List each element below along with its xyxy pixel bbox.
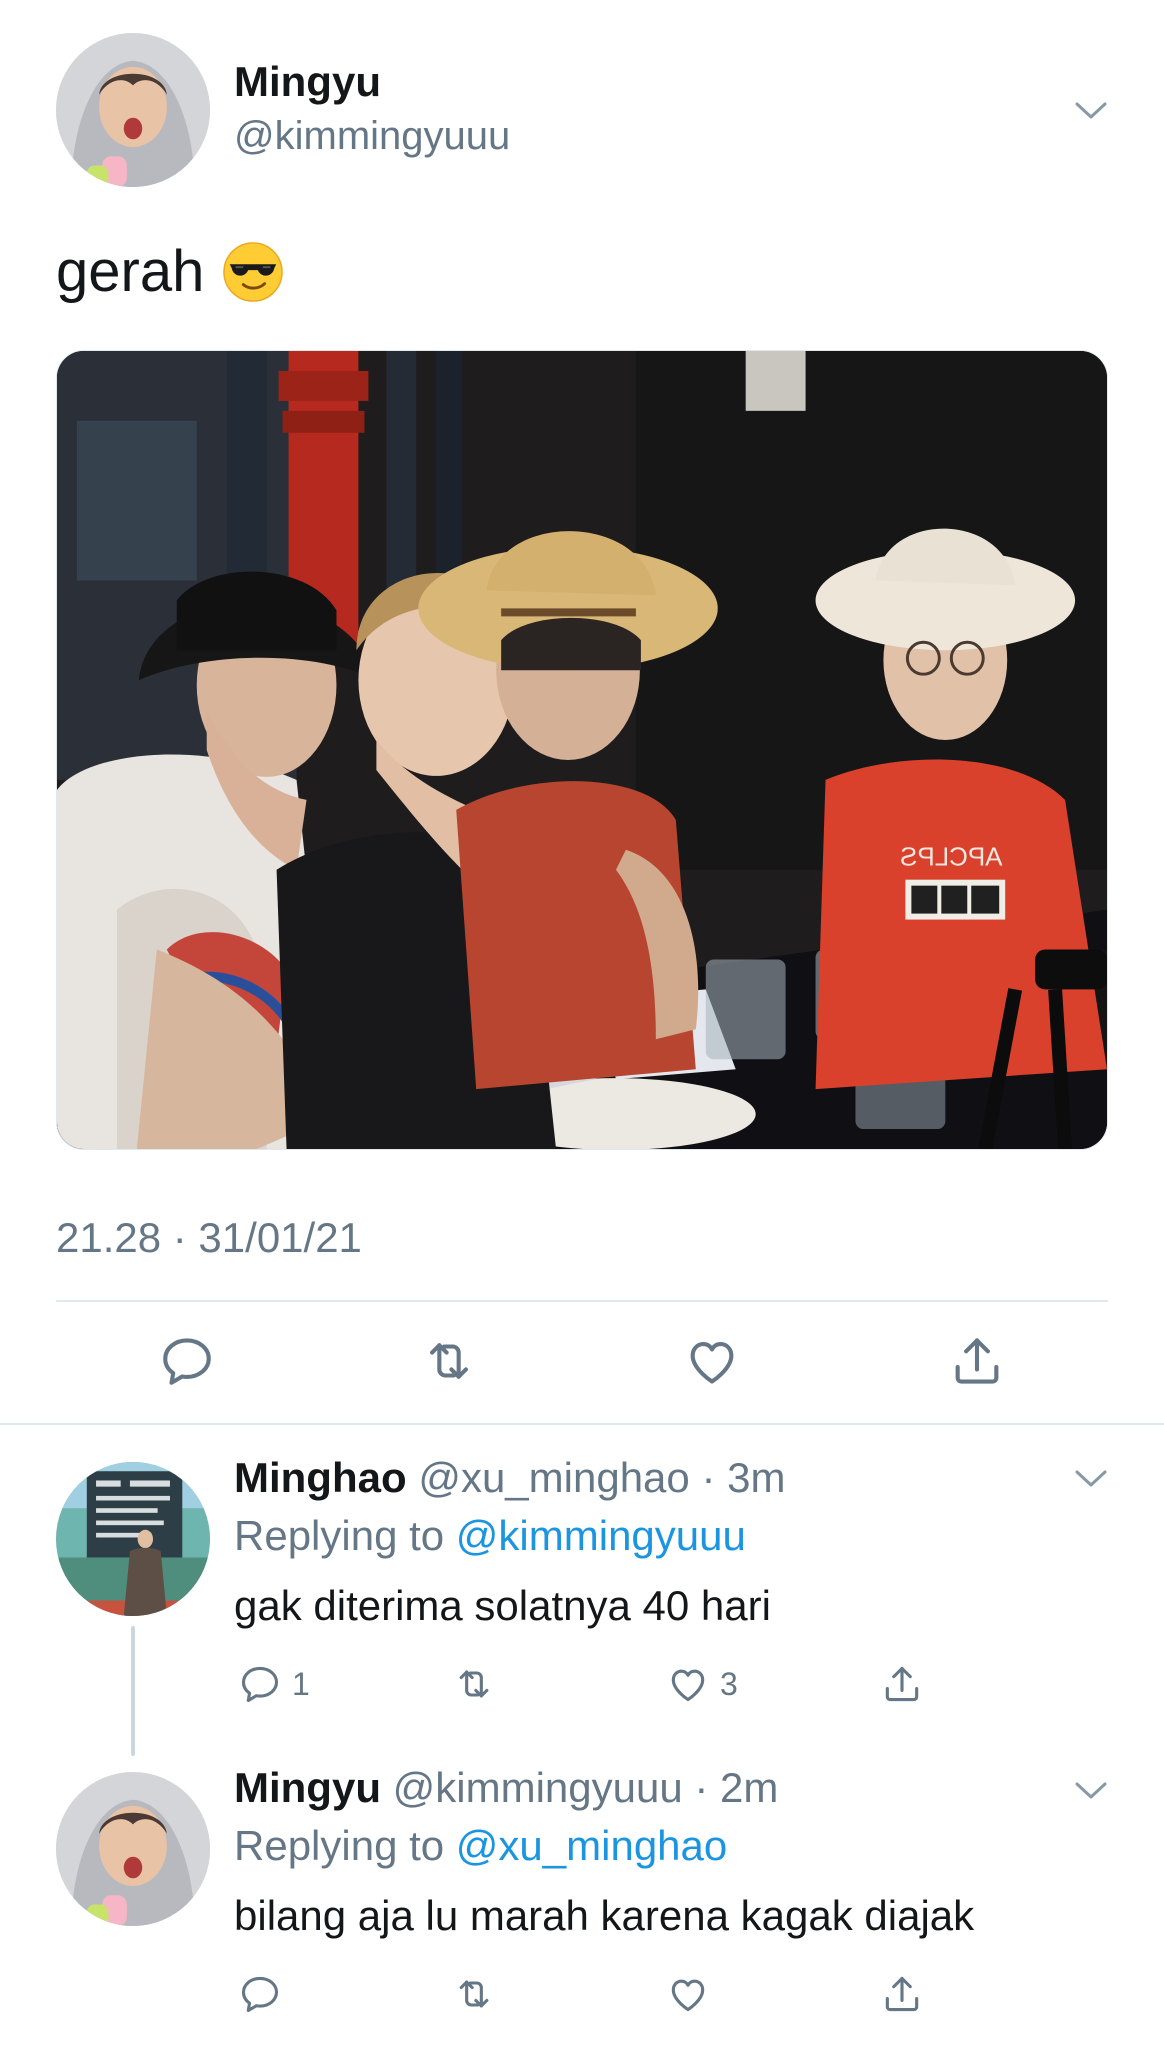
reply-time: · 3m [701, 1454, 786, 1501]
divider [56, 1300, 1108, 1302]
share-button[interactable] [948, 1332, 1006, 1390]
like-button[interactable]: 3 [666, 1662, 738, 1706]
like-count: 3 [720, 1665, 738, 1702]
author-handle[interactable]: @kimmingyuuu [234, 114, 510, 159]
share-button[interactable] [880, 1972, 924, 2016]
tweet-text: gerah [56, 238, 284, 305]
tweet-detail-page: Mingyu @kimmingyuuu gerah APCLPS 21.28 ·… [0, 0, 1164, 2048]
like-icon [683, 1332, 741, 1390]
reply-button[interactable] [158, 1332, 216, 1390]
reply-author-handle[interactable]: @xu_minghao [418, 1454, 689, 1501]
replying-to-link[interactable]: @kimmingyuuu [456, 1512, 746, 1559]
replying-to-line: Replying to @xu_minghao [234, 1822, 727, 1870]
share-icon [880, 1972, 924, 2016]
like-icon [666, 1972, 710, 2016]
replying-to-link[interactable]: @xu_minghao [456, 1822, 727, 1869]
retweet-button[interactable] [452, 1972, 506, 2016]
reply-button[interactable]: 1 [238, 1662, 310, 1706]
reply-text: bilang aja lu marah karena kagak diajak [234, 1892, 975, 1939]
retweet-button[interactable] [420, 1332, 478, 1390]
thread-line [131, 1626, 135, 1756]
reply-icon [238, 1972, 282, 2016]
like-button[interactable] [683, 1332, 741, 1390]
replying-to-line: Replying to @kimmingyuuu [234, 1512, 746, 1560]
like-button[interactable] [666, 1972, 720, 2016]
replying-label: Replying to [234, 1512, 445, 1559]
replying-label: Replying to [234, 1822, 445, 1869]
share-icon [948, 1332, 1006, 1390]
share-icon [880, 1662, 924, 1706]
reply-header: Minghao @xu_minghao · 3m [234, 1454, 785, 1502]
author-name[interactable]: Mingyu [234, 58, 381, 106]
reply-button[interactable] [238, 1972, 292, 2016]
chevron-down-icon[interactable] [1071, 1466, 1111, 1490]
reply-time: · 2m [694, 1764, 779, 1811]
reply-text: gak diterima solatnya 40 hari [234, 1582, 771, 1629]
tweet-photo[interactable]: APCLPS [56, 350, 1108, 1150]
retweet-icon [420, 1332, 478, 1390]
sunglasses-emoji-icon [222, 241, 284, 303]
reply-avatar[interactable] [56, 1772, 210, 1926]
retweet-icon [452, 1972, 496, 2016]
share-button[interactable] [880, 1662, 924, 1706]
reply-avatar[interactable] [56, 1462, 210, 1616]
reply-icon [158, 1332, 216, 1390]
chevron-down-icon[interactable] [1071, 98, 1111, 122]
author-avatar[interactable] [56, 33, 210, 187]
reply-count: 1 [292, 1665, 310, 1702]
divider [0, 1423, 1164, 1425]
reply-author-name[interactable]: Minghao [234, 1454, 407, 1501]
like-icon [666, 1662, 710, 1706]
reply-author-handle[interactable]: @kimmingyuuu [393, 1764, 683, 1811]
photo-shirt-text: APCLPS [900, 844, 1002, 872]
tweet-text-content: gerah [56, 239, 205, 304]
tweet-timestamp[interactable]: 21.28 · 31/01/21 [56, 1214, 362, 1262]
reply-icon [238, 1662, 282, 1706]
reply-header: Mingyu @kimmingyuuu · 2m [234, 1764, 778, 1812]
retweet-button[interactable] [452, 1662, 506, 1706]
reply-author-name[interactable]: Mingyu [234, 1764, 381, 1811]
chevron-down-icon[interactable] [1071, 1778, 1111, 1802]
retweet-icon [452, 1662, 496, 1706]
